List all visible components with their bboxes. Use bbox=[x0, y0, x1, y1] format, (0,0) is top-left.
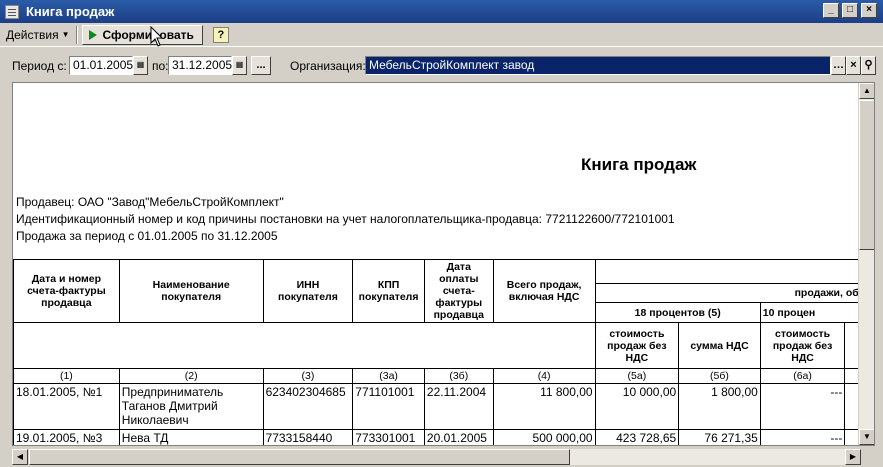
column-number: (6а) bbox=[759, 368, 846, 384]
title-bar: Книга продаж _ □ × bbox=[0, 0, 883, 23]
document-title: Книга продаж bbox=[581, 155, 697, 174]
cell-kpp: 771101001 bbox=[352, 383, 425, 430]
header-net-18: стоимость продаж без НДС bbox=[594, 322, 680, 369]
header-buyer: Наименование покупателя bbox=[118, 259, 264, 323]
cell-net-18: 10 000,00 bbox=[594, 383, 680, 430]
header-sales: продажи, обла bbox=[594, 282, 874, 304]
cell-vat-18: 1 800,00 bbox=[678, 383, 761, 430]
cell-pay-date: 20.01.2005 частичная bbox=[423, 429, 494, 445]
cell-inn: 7733158440 bbox=[262, 429, 354, 445]
cell-net-10: --- bbox=[759, 429, 846, 445]
inn-line: Идентификационный номер и код причины по… bbox=[16, 212, 675, 226]
scroll-up-icon[interactable]: ▲ bbox=[859, 83, 874, 99]
parameters-panel: Период с: 01.01.2005 ▦ по: 31.12.2005 ▦ … bbox=[0, 52, 883, 78]
generate-button-label: Сформировать bbox=[102, 27, 194, 42]
scroll-down-icon[interactable]: ▼ bbox=[859, 429, 874, 445]
period-to-field[interactable]: 31.12.2005 bbox=[168, 56, 232, 75]
mouse-cursor-icon bbox=[150, 26, 164, 47]
cell-buyer: Нева ТД bbox=[118, 429, 264, 445]
table-row[interactable]: 19.01.2005, №3 Нева ТД 7733158440 773301… bbox=[13, 429, 874, 445]
generate-button[interactable]: Сформировать bbox=[81, 24, 203, 45]
period-select-button[interactable]: ... bbox=[251, 56, 271, 75]
cell-pay-date: 22.11.2004 bbox=[423, 383, 494, 430]
cell-net-18: 423 728,65 bbox=[594, 429, 680, 445]
actions-menu[interactable]: Действия ▼ bbox=[6, 28, 70, 42]
header-vat-18: сумма НДС bbox=[678, 322, 761, 369]
calendar-to-icon[interactable]: ▦ bbox=[232, 56, 247, 75]
header-pay-date: Дата оплаты счета-фактуры продавца bbox=[423, 259, 494, 323]
column-number: (3а) bbox=[352, 368, 425, 384]
cell-date-number: 18.01.2005, №1 bbox=[13, 383, 120, 430]
cell-total: 11 800,00 bbox=[492, 383, 596, 430]
header-inn: ИНН покупателя bbox=[262, 259, 354, 323]
header-net-10: стоимость продаж без НДС bbox=[759, 322, 846, 369]
seller-line: Продавец: ОАО "Завод"МебельСтройКомплект… bbox=[16, 195, 284, 209]
organization-label: Организация: bbox=[290, 59, 366, 73]
horizontal-scrollbar[interactable]: ◀ ▶ bbox=[0, 448, 883, 467]
column-number: (5б) bbox=[678, 368, 761, 384]
organization-select-button[interactable]: … bbox=[831, 56, 846, 75]
period-from-field[interactable]: 01.01.2005 bbox=[69, 56, 133, 75]
actions-menu-label: Действия bbox=[6, 27, 59, 42]
play-icon bbox=[88, 29, 97, 40]
column-number: (4) bbox=[492, 368, 596, 384]
header-10-percent: 10 процен bbox=[759, 302, 874, 323]
report-area[interactable]: Книга продаж Продавец: ОАО "Завод"Мебель… bbox=[12, 82, 875, 446]
search-icon[interactable]: ⚲ bbox=[861, 56, 876, 75]
help-button[interactable]: ? bbox=[212, 26, 229, 43]
header-date-number: Дата и номер счета-фактуры продавца bbox=[13, 259, 120, 323]
period-from-label: Период с: bbox=[12, 59, 67, 73]
scroll-thumb[interactable] bbox=[859, 100, 874, 250]
dropdown-arrow-icon: ▼ bbox=[61, 30, 70, 39]
maximize-button[interactable]: □ bbox=[842, 3, 858, 18]
column-number: (2) bbox=[118, 368, 264, 384]
table-row[interactable]: 18.01.2005, №1 Предприниматель Таганов Д… bbox=[13, 383, 874, 430]
window-title: Книга продаж bbox=[26, 4, 115, 19]
toolbar: Действия ▼ Сформировать ? bbox=[0, 23, 883, 47]
cell-total: 500 000,00 bbox=[492, 429, 596, 445]
organization-field[interactable]: МебельСтройКомплект завод bbox=[365, 56, 831, 75]
cell-vat-18: 76 271,35 bbox=[678, 429, 761, 445]
column-number: (3) bbox=[262, 368, 354, 384]
vertical-scrollbar[interactable]: ▲ ▼ bbox=[858, 83, 874, 445]
clear-icon[interactable]: × bbox=[846, 56, 861, 75]
column-number: (5а) bbox=[594, 368, 680, 384]
calendar-from-icon[interactable]: ▦ bbox=[133, 56, 148, 75]
sales-book-table: Дата и номер счета-фактуры продавца Наим… bbox=[13, 259, 874, 445]
horizontal-scroll-thumb[interactable] bbox=[29, 449, 570, 465]
close-button[interactable]: × bbox=[861, 3, 877, 18]
cell-net-10: --- bbox=[759, 383, 846, 430]
cell-kpp: 773301001 bbox=[352, 429, 425, 445]
column-number: (3б) bbox=[423, 368, 494, 384]
cell-buyer: Предприниматель Таганов Дмитрий Николаев… bbox=[118, 383, 264, 430]
header-kpp: КПП покупателя bbox=[352, 259, 425, 323]
cell-inn: 623402304685 bbox=[262, 383, 354, 430]
period-line: Продажа за период с 01.01.2005 по 31.12.… bbox=[16, 229, 278, 243]
minimize-button[interactable]: _ bbox=[823, 3, 839, 18]
period-to-label: по: bbox=[152, 59, 169, 73]
scroll-right-icon[interactable]: ▶ bbox=[845, 449, 861, 465]
document-icon bbox=[5, 4, 19, 19]
column-number: (1) bbox=[13, 368, 120, 384]
header-total: Всего продаж, включая НДС bbox=[492, 259, 596, 323]
cell-date-number: 19.01.2005, №3 bbox=[13, 429, 120, 445]
toolbar-separator bbox=[75, 25, 78, 44]
scroll-left-icon[interactable]: ◀ bbox=[12, 449, 28, 465]
header-18-percent: 18 процентов (5) bbox=[594, 302, 761, 323]
